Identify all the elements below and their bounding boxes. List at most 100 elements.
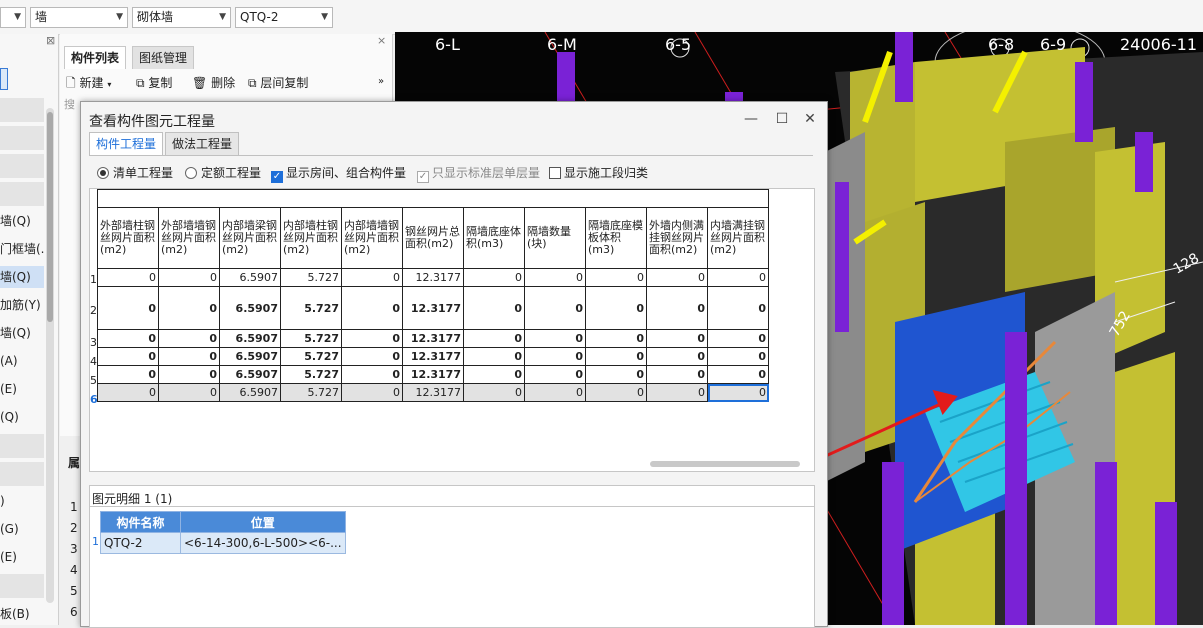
horizontal-scrollbar[interactable] (650, 461, 800, 467)
table-cell[interactable]: 12.3177 (402, 383, 464, 402)
tab-component-list[interactable]: 构件列表 (64, 46, 127, 69)
table-cell[interactable]: 5.727 (280, 286, 342, 330)
table-cell[interactable]: 12.3177 (402, 329, 464, 348)
table-cell[interactable]: 0 (158, 365, 220, 384)
table-cell[interactable]: 12.3177 (402, 347, 464, 366)
table-cell[interactable]: 0 (524, 383, 586, 402)
table-cell[interactable]: 0 (97, 365, 159, 384)
new-button[interactable]: 🗋 新建 ▾ (66, 74, 111, 92)
nav-item-selected[interactable]: 墙(Q) (0, 266, 44, 288)
table-cell[interactable]: 0 (341, 329, 403, 348)
table-row-selected[interactable]: 0 0 6.5907 5.727 0 12.3177 0 0 0 0 0 (97, 383, 769, 402)
checkbox-construction-stage[interactable]: 显示施工段归类 (549, 165, 648, 181)
table-cell[interactable]: 0 (707, 347, 769, 366)
table-cell[interactable]: 0 (341, 286, 403, 330)
table-cell[interactable]: 0 (585, 347, 647, 366)
nav-item[interactable]: (E) (0, 546, 44, 568)
table-cell[interactable]: 0 (707, 329, 769, 348)
table-cell[interactable]: 0 (707, 365, 769, 384)
detail-position-cell[interactable]: <6-14-300,6-L-500><6-... (180, 532, 346, 554)
radio-quota-quantity[interactable]: 定额工程量 (185, 165, 261, 181)
table-cell[interactable]: 0 (707, 268, 769, 287)
nav-item[interactable]: 墙(Q) (0, 322, 44, 344)
nav-item[interactable]: 门框墙(. (0, 238, 45, 260)
table-cell[interactable]: 0 (646, 329, 708, 348)
combo-component[interactable]: QTQ-2 ▼ (235, 7, 333, 28)
table-cell[interactable]: 0 (707, 286, 769, 330)
maximize-icon[interactable]: ☐ (771, 108, 793, 130)
table-cell[interactable]: 0 (646, 268, 708, 287)
table-cell[interactable]: 6.5907 (219, 365, 281, 384)
nav-item[interactable]: (A) (0, 350, 44, 372)
table-cell[interactable]: 0 (585, 268, 647, 287)
table-cell[interactable]: 0 (341, 347, 403, 366)
table-cell[interactable]: 0 (524, 365, 586, 384)
nav-item[interactable]: (E) (0, 378, 44, 400)
table-cell[interactable]: 0 (585, 383, 647, 402)
table-row[interactable]: 0 0 6.5907 5.727 0 12.3177 0 0 0 0 0 (97, 329, 769, 348)
table-row[interactable]: 0 0 6.5907 5.727 0 12.3177 0 0 0 0 0 (97, 286, 769, 330)
detail-name-cell[interactable]: QTQ-2 (100, 532, 181, 554)
nav-item[interactable]: ) (0, 490, 44, 512)
table-cell[interactable]: 0 (97, 329, 159, 348)
table-cell[interactable]: 0 (524, 347, 586, 366)
copy-button[interactable]: ⧉ 复制 (136, 74, 172, 92)
table-row[interactable]: QTQ-2 <6-14-300,6-L-500><6-... (100, 532, 346, 554)
table-cell[interactable]: 0 (646, 347, 708, 366)
table-cell[interactable]: 0 (585, 286, 647, 330)
nav-item[interactable]: 加筋(Y) (0, 294, 44, 316)
table-row[interactable]: 0 0 6.5907 5.727 0 12.3177 0 0 0 0 0 (97, 268, 769, 287)
table-cell[interactable]: 0 (463, 286, 525, 330)
pin-icon[interactable]: ⊠ (46, 34, 55, 47)
table-cell[interactable]: 0 (341, 383, 403, 402)
table-cell[interactable]: 6.5907 (219, 347, 281, 366)
table-cell[interactable]: 0 (463, 383, 525, 402)
table-cell[interactable]: 0 (158, 347, 220, 366)
table-row[interactable]: 0 0 6.5907 5.727 0 12.3177 0 0 0 0 0 (97, 365, 769, 384)
tab-drawing-management[interactable]: 图纸管理 (132, 46, 195, 69)
radio-bill-quantity[interactable]: 清单工程量 (97, 165, 173, 181)
nav-item[interactable]: (Q) (0, 406, 44, 428)
table-cell[interactable]: 5.727 (280, 383, 342, 402)
table-cell[interactable]: 0 (524, 268, 586, 287)
floor-copy-button[interactable]: ⧉ 层间复制 (248, 74, 308, 92)
tab-method-quantity[interactable]: 做法工程量 (165, 132, 240, 155)
scrollbar-thumb[interactable] (47, 112, 53, 322)
delete-button[interactable]: 🗑 删除 (192, 74, 235, 92)
table-cell[interactable]: 0 (158, 268, 220, 287)
table-cell[interactable]: 5.727 (280, 329, 342, 348)
nav-item[interactable]: 板(B) (0, 603, 44, 625)
table-cell[interactable]: 0 (97, 347, 159, 366)
table-cell[interactable]: 0 (158, 286, 220, 330)
table-cell[interactable]: 0 (585, 365, 647, 384)
table-cell[interactable]: 0 (463, 268, 525, 287)
minimize-icon[interactable]: — (740, 108, 762, 130)
table-cell-focused[interactable]: 0 (707, 383, 769, 402)
table-cell[interactable]: 0 (97, 286, 159, 330)
table-cell[interactable]: 0 (341, 268, 403, 287)
more-icon[interactable]: » (378, 76, 384, 87)
table-cell[interactable]: 5.727 (280, 365, 342, 384)
table-cell[interactable]: 0 (97, 383, 159, 402)
tab-component-quantity[interactable]: 构件工程量 (89, 132, 164, 155)
table-cell[interactable]: 0 (524, 286, 586, 330)
table-cell[interactable]: 6.5907 (219, 286, 281, 330)
close-icon[interactable]: × (377, 34, 386, 47)
table-cell[interactable]: 0 (158, 383, 220, 402)
table-cell[interactable]: 0 (97, 268, 159, 287)
table-cell[interactable]: 0 (463, 347, 525, 366)
checkbox-show-room[interactable]: ✓ 显示房间、组合构件量 (271, 165, 406, 183)
table-cell[interactable]: 0 (158, 329, 220, 348)
combo-type[interactable]: 砌体墙 ▼ (132, 7, 231, 28)
table-cell[interactable]: 12.3177 (402, 365, 464, 384)
table-cell[interactable]: 6.5907 (219, 268, 281, 287)
table-cell[interactable]: 0 (463, 329, 525, 348)
table-cell[interactable]: 0 (524, 329, 586, 348)
table-row[interactable]: 0 0 6.5907 5.727 0 12.3177 0 0 0 0 0 (97, 347, 769, 366)
close-icon[interactable]: ✕ (799, 108, 821, 130)
table-cell[interactable]: 5.727 (280, 347, 342, 366)
table-cell[interactable]: 6.5907 (219, 383, 281, 402)
table-cell[interactable]: 6.5907 (219, 329, 281, 348)
table-cell[interactable]: 0 (463, 365, 525, 384)
table-cell[interactable]: 0 (646, 365, 708, 384)
